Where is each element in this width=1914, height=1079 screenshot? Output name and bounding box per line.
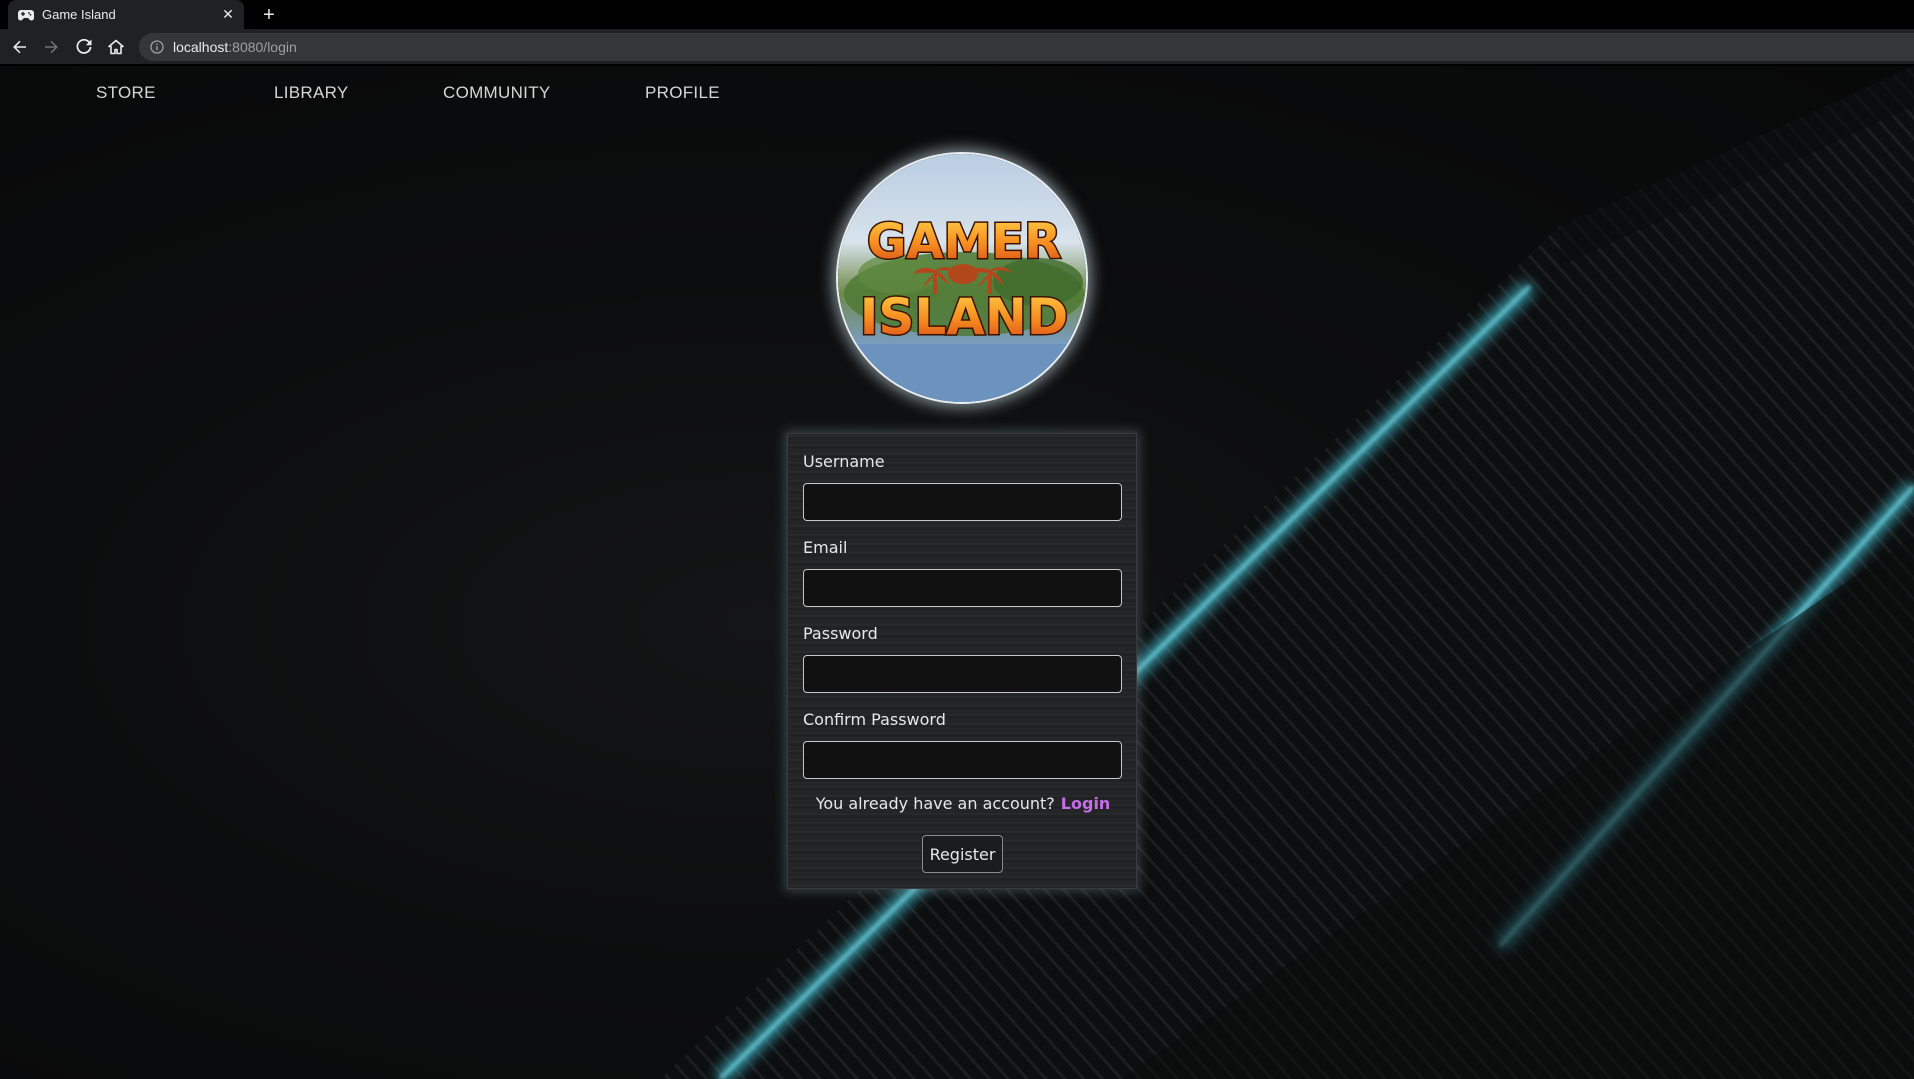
account-prompt: You already have an account? Login bbox=[788, 794, 1138, 813]
confirm-password-input[interactable] bbox=[803, 741, 1122, 779]
browser-tab-strip: Game Island ✕ + bbox=[0, 0, 1914, 29]
register-button[interactable]: Register bbox=[922, 835, 1003, 873]
address-bar[interactable]: localhost:8080/login bbox=[139, 33, 1914, 61]
email-label: Email bbox=[803, 538, 848, 557]
password-input[interactable] bbox=[803, 655, 1122, 693]
tab-title: Game Island bbox=[42, 7, 116, 22]
password-label: Password bbox=[803, 624, 878, 643]
reload-icon[interactable] bbox=[72, 35, 96, 59]
url-host: localhost bbox=[173, 39, 229, 55]
url-path: :8080/login bbox=[228, 39, 297, 55]
page-background: STORE LIBRARY COMMUNITY PROFILE GAMER IS… bbox=[0, 66, 1914, 1079]
register-form: Username Email Password Confirm Password… bbox=[787, 433, 1137, 889]
home-icon[interactable] bbox=[104, 35, 128, 59]
nav-store-link[interactable]: STORE bbox=[96, 83, 156, 103]
back-arrow-icon[interactable] bbox=[8, 35, 32, 59]
nav-profile-link[interactable]: PROFILE bbox=[645, 83, 720, 103]
site-navigation: STORE LIBRARY COMMUNITY PROFILE bbox=[0, 66, 900, 122]
username-label: Username bbox=[803, 452, 885, 471]
url-text: localhost:8080/login bbox=[173, 39, 297, 55]
new-tab-button[interactable]: + bbox=[257, 3, 281, 27]
confirm-password-label: Confirm Password bbox=[803, 710, 946, 729]
account-prompt-text: You already have an account? bbox=[815, 794, 1055, 813]
gamer-island-logo: GAMER ISLAND bbox=[836, 152, 1088, 404]
browser-tab[interactable]: Game Island ✕ bbox=[8, 0, 244, 29]
nav-library-link[interactable]: LIBRARY bbox=[274, 83, 349, 103]
browser-toolbar: localhost:8080/login bbox=[0, 29, 1914, 65]
login-link[interactable]: Login bbox=[1061, 794, 1111, 813]
gamepad-icon bbox=[18, 7, 34, 23]
forward-arrow-icon[interactable] bbox=[39, 35, 63, 59]
logo-line1: GAMER bbox=[867, 214, 1061, 270]
close-icon[interactable]: ✕ bbox=[218, 5, 238, 25]
logo-line2: ISLAND bbox=[860, 288, 1069, 346]
nav-community-link[interactable]: COMMUNITY bbox=[443, 83, 551, 103]
info-icon[interactable] bbox=[149, 39, 165, 55]
email-input[interactable] bbox=[803, 569, 1122, 607]
username-input[interactable] bbox=[803, 483, 1122, 521]
